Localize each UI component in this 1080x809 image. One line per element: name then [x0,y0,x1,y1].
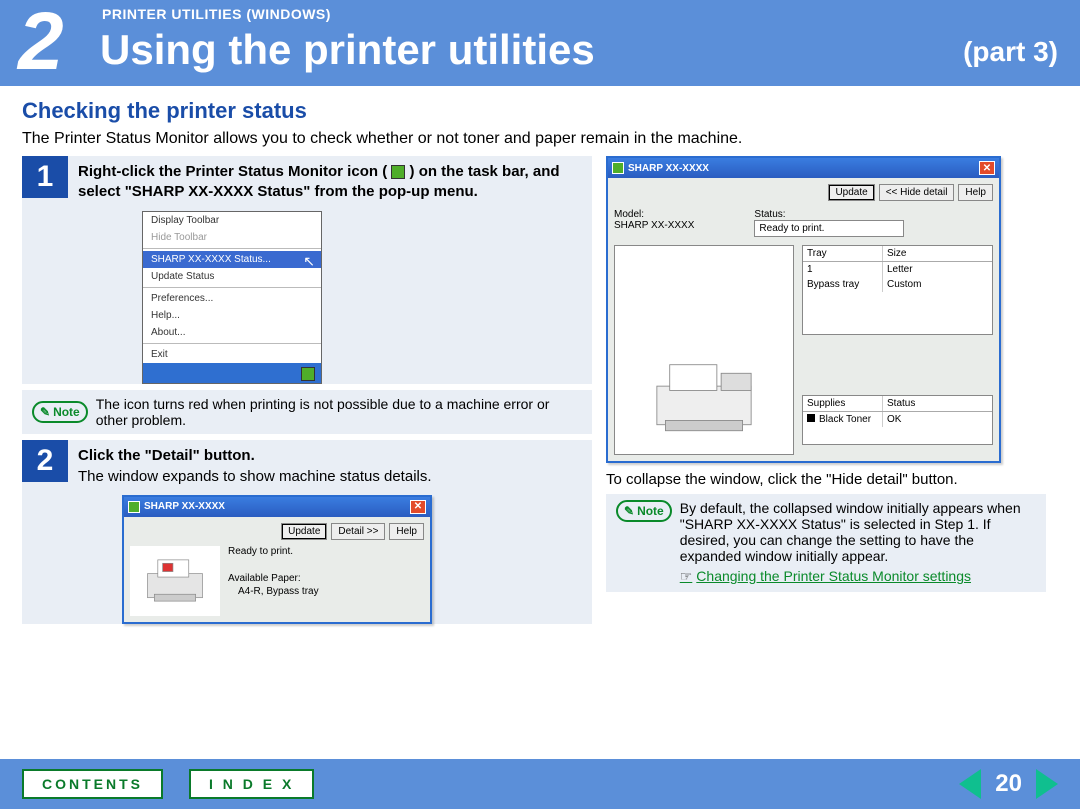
step-2: 2 Click the "Detail" button. The window … [22,440,592,624]
menu-item-status: SHARP XX-XXXX Status... ↖ [143,251,321,268]
printer-preview-small [130,546,220,616]
page-content: Checking the printer status The Printer … [0,86,1080,630]
part-label: (part 3) [963,36,1058,68]
menu-item-help: Help... [143,307,321,324]
menu-item-preferences: Preferences... [143,290,321,307]
supply-name: Black Toner [819,414,871,425]
cursor-icon: ↖ [303,253,315,270]
context-menu-figure: Display Toolbar Hide Toolbar SHARP XX-XX… [142,211,322,384]
two-col-row: 1 Right-click the Printer Status Monitor… [22,156,1058,630]
model-block: Model: SHARP XX-XXXX [614,209,694,237]
note-2-pill-icon: Note [616,500,672,522]
note-2: Note By default, the collapsed window in… [606,494,1046,592]
page-header: 2 PRINTER UTILITIES (WINDOWS) Using the … [0,0,1080,86]
index-button[interactable]: I N D E X [189,769,314,799]
close-icon-big: ✕ [979,161,995,175]
page-title: Using the printer utilities [100,26,595,74]
supplies-header-2: Status [883,396,963,411]
step-2-desc: The window expands to show machine statu… [78,468,582,485]
window-titlebar-big: SHARP XX-XXXX ✕ [608,158,999,178]
right-column: SHARP XX-XXXX ✕ Update << Hide detail He… [606,156,1046,630]
page-number: 20 [995,770,1022,798]
tray-header-2: Size [883,246,963,261]
tray-header-1: Tray [803,246,883,261]
menu-item-exit: Exit [143,346,321,363]
status-value-big: Ready to print. [754,220,904,237]
ready-status-small: Ready to print. [228,546,319,557]
menu-item-status-label: SHARP XX-XXXX Status... [151,254,271,265]
printer-preview-big [614,245,794,455]
available-paper-label: Available Paper: [228,573,319,584]
collapse-caption: To collapse the window, click the "Hide … [606,471,1046,488]
tray-2-name: Bypass tray [803,277,883,292]
printer-drawing-big-icon [644,354,764,444]
step-1-title: Right-click the Printer Status Monitor i… [78,162,582,201]
printer-status-icon [391,165,405,179]
next-page-icon[interactable] [1036,769,1058,799]
tray-printer-icon [301,367,315,381]
window-title-small: SHARP XX-XXXX [144,501,225,512]
menu-item-display-toolbar: Display Toolbar [143,212,321,229]
section-intro: The Printer Status Monitor allows you to… [22,130,1058,148]
supply-status: OK [883,412,963,427]
window-icon [128,501,140,513]
available-paper-value: A4-R, Bypass tray [228,586,319,597]
supplies-table: Supplies Status Black Toner OK [802,395,993,445]
chapter-number: 2 [18,0,64,89]
window-title-big: SHARP XX-XXXX [628,163,709,174]
step-1-title-a: Right-click the Printer Status Monitor i… [78,163,387,180]
contents-button[interactable]: CONTENTS [22,769,163,799]
info-col-small: Ready to print. Available Paper: A4-R, B… [228,546,319,616]
step-2-number: 2 [22,440,68,482]
status-block: Status: Ready to print. [754,209,904,237]
step-1: 1 Right-click the Printer Status Monitor… [22,156,592,384]
printer-drawing-icon [140,553,210,608]
toner-icon [807,414,815,422]
close-icon: ✕ [410,500,426,514]
model-label: Model: [614,209,694,220]
note-1: Note The icon turns red when printing is… [22,390,592,434]
menu-item-hide-toolbar: Hide Toolbar [143,229,321,246]
tray-1-size: Letter [883,262,963,277]
model-value: SHARP XX-XXXX [614,220,694,231]
left-column: 1 Right-click the Printer Status Monitor… [22,156,592,630]
window-titlebar-small: SHARP XX-XXXX ✕ [124,497,430,517]
prev-page-icon[interactable] [959,769,981,799]
supplies-header-1: Supplies [803,396,883,411]
breadcrumb: PRINTER UTILITIES (WINDOWS) [102,6,331,22]
tray-row-1: 1 Letter [803,262,992,277]
step-1-number: 1 [22,156,68,198]
detail-button: Detail >> [331,523,385,540]
note-pill-icon: Note [32,401,88,423]
note-2-text: By default, the collapsed window initial… [680,500,1036,564]
note-1-text: The icon turns red when printing is not … [96,396,582,428]
tray-table: Tray Size 1 Letter Bypass tray Custom [802,245,993,335]
help-button-big: Help [958,184,993,201]
supplies-row-1: Black Toner OK [803,412,992,427]
menu-item-update-status: Update Status [143,268,321,285]
window-icon-big [612,162,624,174]
tray-1-name: 1 [803,262,883,277]
status-label-big: Status: [754,209,904,220]
update-button-big: Update [828,184,874,201]
settings-link[interactable]: ☞Changing the Printer Status Monitor set… [680,568,971,585]
section-subtitle: Checking the printer status [22,98,1058,124]
step-2-title: Click the "Detail" button. [78,446,582,466]
hand-icon: ☞ [680,568,693,584]
status-window-expanded: SHARP XX-XXXX ✕ Update << Hide detail He… [606,156,1001,463]
update-button-small: Update [281,523,327,540]
status-window-collapsed: SHARP XX-XXXX ✕ Update Detail >> Help [122,495,432,624]
tray-2-size: Custom [883,277,963,292]
page-footer: CONTENTS I N D E X 20 [0,759,1080,809]
hide-detail-button: << Hide detail [879,184,955,201]
taskbar-strip [143,363,321,383]
settings-link-label: Changing the Printer Status Monitor sett… [696,568,971,584]
menu-item-about: About... [143,324,321,341]
tray-row-2: Bypass tray Custom [803,277,992,292]
help-button-small: Help [389,523,424,540]
